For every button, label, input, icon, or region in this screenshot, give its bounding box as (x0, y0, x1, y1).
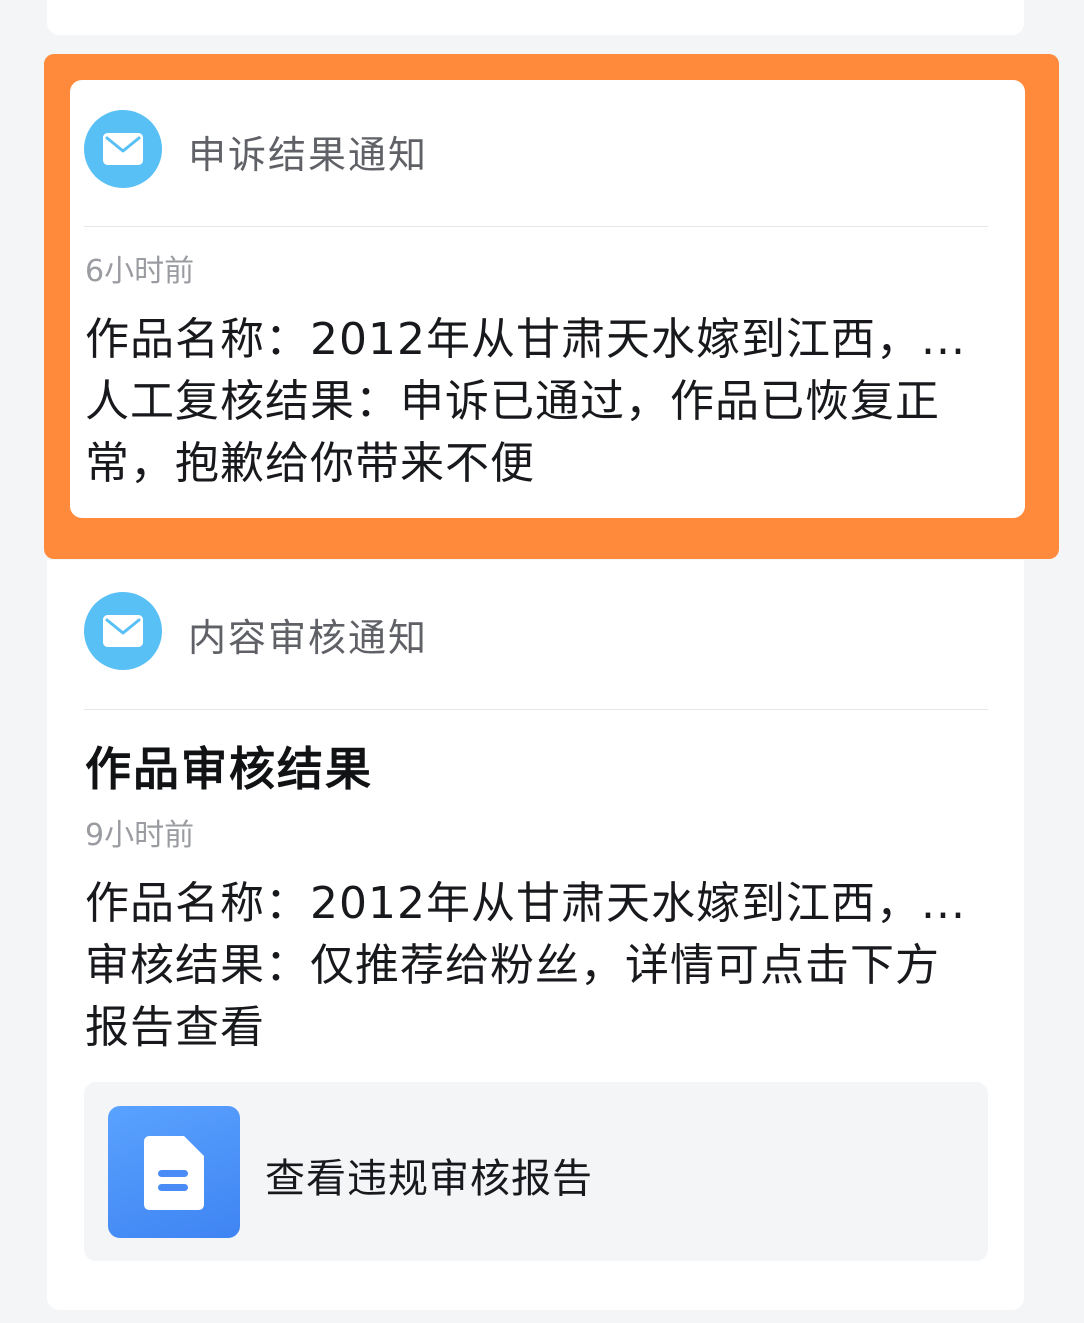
report-label: 查看违规审核报告 (265, 1156, 593, 1202)
review-result-line-cont: 常，抱歉给你带来不便 (85, 438, 535, 489)
divider (84, 709, 988, 710)
review-headline: 作品审核结果 (85, 742, 373, 796)
review-result-line-cont: 报告查看 (85, 1002, 265, 1053)
review-result-line: 审核结果：仅推荐给粉丝，详情可点击下方 (85, 940, 940, 991)
previous-notification-card[interactable] (47, 0, 1024, 35)
document-icon (108, 1106, 240, 1238)
work-name-line: 作品名称：2012年从甘肃天水嫁到江西，... (85, 878, 966, 929)
section-title-review: 内容审核通知 (188, 616, 429, 660)
view-report-button[interactable]: 查看违规审核报告 (84, 1082, 988, 1261)
review-result-line: 人工复核结果：申诉已通过，作品已恢复正 (85, 376, 940, 427)
divider (84, 226, 988, 227)
timestamp: 9小时前 (85, 818, 195, 853)
section-title-appeal: 申诉结果通知 (188, 133, 429, 177)
mail-icon (84, 110, 162, 188)
timestamp: 6小时前 (85, 254, 195, 289)
mail-icon (84, 592, 162, 670)
work-name-line: 作品名称：2012年从甘肃天水嫁到江西，... (85, 314, 966, 365)
